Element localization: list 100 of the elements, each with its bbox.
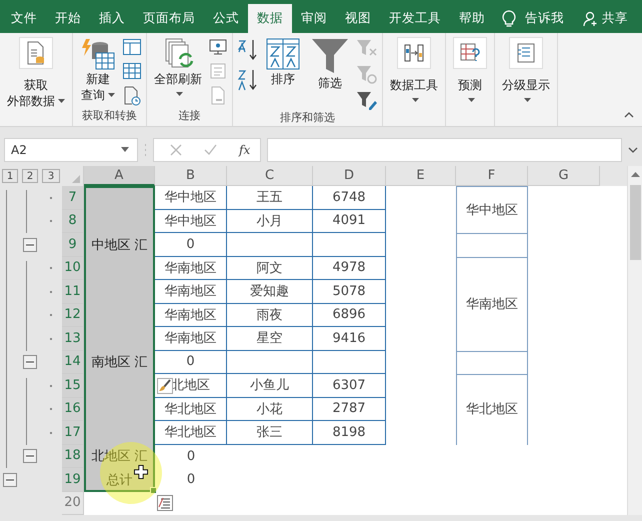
group-label: 获取和转换 <box>81 108 138 123</box>
table-cell: 4091 <box>313 210 386 233</box>
column-header[interactable]: G <box>528 166 600 186</box>
tell-me-button[interactable]: 告诉我 <box>516 4 573 33</box>
insert-function-button[interactable]: fx <box>239 142 250 156</box>
column-header[interactable]: F <box>456 166 528 186</box>
row-header[interactable]: 12 <box>62 304 84 327</box>
paintbrush-icon[interactable] <box>157 378 173 394</box>
table-cell: 华中地区 <box>155 210 227 233</box>
column-header[interactable]: C <box>227 166 313 186</box>
row-header[interactable]: 20 <box>62 492 84 515</box>
column-header[interactable]: B <box>155 166 227 186</box>
table-cell: 华北地区 <box>155 421 227 444</box>
row-header[interactable]: 9 <box>62 233 84 256</box>
table-cell: 华南地区 <box>155 304 227 327</box>
column-header[interactable]: A <box>84 166 155 186</box>
collapse-button[interactable] <box>23 449 37 464</box>
table-cell: 华南地区 <box>155 256 227 280</box>
advanced-filter-icon[interactable] <box>356 90 378 110</box>
sort-descending-icon[interactable] <box>237 68 259 92</box>
name-box[interactable]: A2 <box>4 138 138 162</box>
ribbon-tab[interactable]: 审阅 <box>292 4 336 33</box>
vertical-scrollbar[interactable] <box>627 166 642 515</box>
collapse-ribbon-icon[interactable] <box>624 111 634 118</box>
table-cell-text: 华中地区 <box>466 202 518 218</box>
quick-analysis-icon[interactable] <box>157 495 173 512</box>
monitor-icon[interactable] <box>208 38 228 56</box>
refresh-all-button[interactable]: 全部刷新 <box>151 36 205 97</box>
table-cell: 0 <box>155 350 227 374</box>
column-header[interactable]: D <box>313 166 386 186</box>
table-cell: 6307 <box>313 374 386 398</box>
collapse-button[interactable] <box>23 238 37 252</box>
ribbon-tab[interactable]: 帮助 <box>450 4 494 33</box>
outline-button[interactable]: 分级显示 <box>499 36 553 103</box>
forecast-button[interactable]: 预测 <box>450 36 490 103</box>
collapse-button[interactable] <box>3 472 17 487</box>
column-header[interactable]: E <box>386 166 456 186</box>
scrollbar-thumb[interactable] <box>630 185 640 260</box>
dropdown-icon[interactable] <box>121 147 129 152</box>
sort-ascending-icon[interactable] <box>237 38 259 62</box>
new-query-button[interactable]: 新建 查询 <box>77 36 119 104</box>
outline-level-button[interactable]: 1 <box>2 169 18 183</box>
ribbon-tab[interactable]: 开始 <box>46 4 90 33</box>
table-cell: 9416 <box>313 327 386 350</box>
document-clock-icon[interactable] <box>122 86 142 106</box>
table-cell: 4978 <box>313 256 386 280</box>
table-cell-text: 华南地区 <box>466 296 518 312</box>
table-icon[interactable] <box>122 38 142 56</box>
clear-filter-icon <box>356 38 378 58</box>
outline-level-button[interactable]: 3 <box>42 169 60 183</box>
minus-icon <box>6 478 14 481</box>
row-header[interactable]: 10 <box>62 256 84 280</box>
scroll-up-icon[interactable] <box>630 171 640 177</box>
ribbon-tab[interactable]: 文件 <box>2 4 46 33</box>
row-header[interactable]: 15 <box>62 374 84 398</box>
drag-handle-icon <box>144 142 147 156</box>
row-header[interactable]: 7 <box>62 186 84 210</box>
row-header[interactable]: 14 <box>62 350 84 374</box>
ribbon-tab[interactable]: 公式 <box>204 4 248 33</box>
sort-button[interactable]: 排序 <box>262 36 304 88</box>
formula-field[interactable] <box>267 138 622 162</box>
sort-table-icon <box>265 37 301 71</box>
table-cell: 华南地区 <box>155 327 227 350</box>
filter-button[interactable]: 筛选 <box>307 36 353 92</box>
cross-cursor-icon <box>134 465 148 479</box>
table-cell: 中地区 汇 <box>84 233 155 256</box>
table-cell: 5078 <box>313 280 386 304</box>
reapply-filter-icon <box>356 64 378 84</box>
ribbon-tab[interactable]: 开发工具 <box>380 4 450 33</box>
row-header[interactable]: 11 <box>62 280 84 304</box>
table-cell: 华中地区 <box>155 186 227 210</box>
table-cell: 6748 <box>313 186 386 210</box>
outline-level-button[interactable]: 2 <box>22 169 38 183</box>
collapse-button[interactable] <box>23 355 37 370</box>
database-table-icon <box>80 37 116 71</box>
get-external-data-button[interactable]: 获取 外部数据 <box>4 36 68 110</box>
row-header[interactable]: 8 <box>62 210 84 233</box>
ribbon-tab[interactable]: 数据 <box>248 4 292 33</box>
group-label: 连接 <box>178 108 202 123</box>
table-cell: 南地区 汇 <box>84 350 155 374</box>
share-button[interactable]: 共享 <box>574 4 642 33</box>
table-cell: 爱知趣 <box>227 280 313 304</box>
ribbon-tab[interactable]: 页面布局 <box>134 4 204 33</box>
row-header[interactable]: 13 <box>62 327 84 350</box>
row-header[interactable]: 16 <box>62 398 84 421</box>
table-cell: 8198 <box>313 421 386 444</box>
person-add-icon <box>583 10 599 26</box>
row-header[interactable]: 19 <box>62 468 84 492</box>
list-icon <box>208 62 228 80</box>
data-tools-button[interactable]: 数据工具 <box>387 36 441 103</box>
expand-icon[interactable] <box>628 146 638 152</box>
outline-bracket-line <box>26 378 27 444</box>
table-icon[interactable] <box>122 62 142 80</box>
row-header[interactable]: 18 <box>62 444 84 468</box>
row-header[interactable]: 17 <box>62 421 84 444</box>
group-label: 排序和筛选 <box>279 110 336 125</box>
ribbon-tab[interactable]: 插入 <box>90 4 134 33</box>
table-cell-text: 华北地区 <box>466 401 518 418</box>
table-cell: 华北地区 <box>155 398 227 421</box>
ribbon-tab[interactable]: 视图 <box>336 4 380 33</box>
